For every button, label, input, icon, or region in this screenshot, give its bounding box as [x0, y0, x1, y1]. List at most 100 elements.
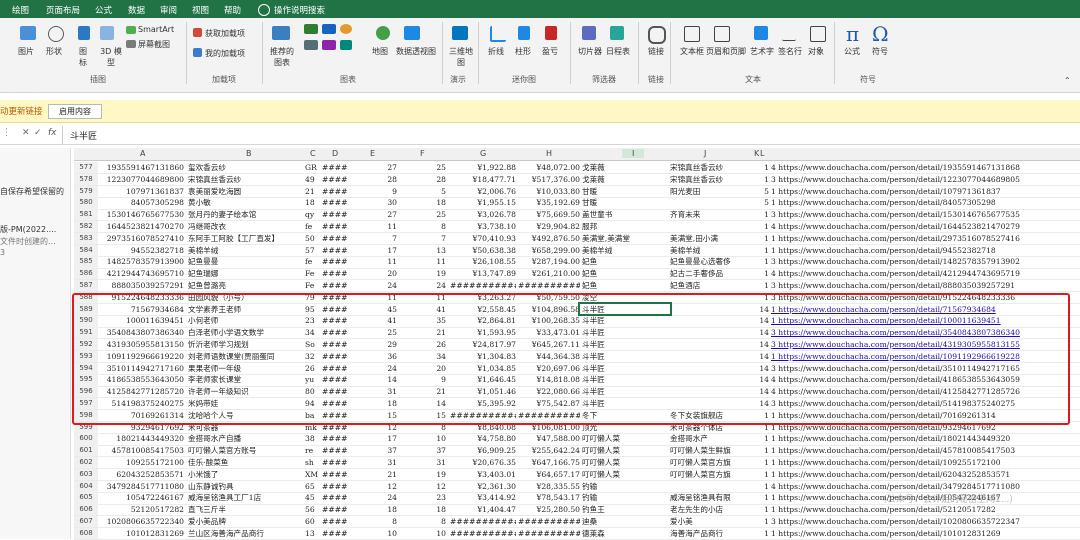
cell-l[interactable]: 1 https://www.douchacha.com/person/detai… [771, 197, 1080, 208]
cell-k[interactable]: 1 [749, 528, 769, 539]
cell-c[interactable]: XM [305, 469, 321, 480]
header-footer-button[interactable]: 页眉和页脚 [706, 46, 746, 57]
slicer-button[interactable]: 切片器 [578, 46, 602, 57]
column-header-j[interactable]: J [704, 149, 706, 158]
cell-f[interactable]: 8 [398, 516, 446, 527]
row-number[interactable]: 607 [74, 516, 98, 528]
table-row[interactable]: 578 1223077044689800 宋锦真丝香云纱 49 #### 28 28 ¥18,… [74, 173, 1080, 187]
cell-d[interactable]: #### [322, 481, 348, 492]
cell-a[interactable]: 1644523821470270 [98, 221, 184, 232]
cell-j[interactable]: 威海呈铭渔具有限 [670, 492, 748, 503]
cell-d[interactable]: #### [322, 433, 348, 444]
cell-a[interactable]: 84057305298 [98, 197, 184, 208]
column-header-h[interactable]: H [546, 149, 552, 158]
cell-h[interactable]: ¥29,904.82 [518, 221, 580, 232]
cell-k[interactable]: 1 [749, 245, 769, 256]
table-row[interactable]: 587 888035039257291 妃鱼曾潞亮 Fe #### 24 24 #######… [74, 280, 1080, 293]
cell-a[interactable]: 1020806635722340 [98, 516, 184, 527]
cell-a[interactable]: 4212944743695710 [98, 268, 184, 279]
cell-c[interactable]: 18 [305, 197, 321, 208]
cell-d[interactable]: #### [322, 492, 348, 503]
row-number[interactable]: 603 [74, 468, 98, 481]
tab-review[interactable]: 审阅 [160, 4, 177, 16]
cell-l[interactable]: 4 https://www.douchacha.com/person/detai… [771, 481, 1080, 492]
cell-c[interactable]: fe [305, 221, 321, 232]
cell-e[interactable]: 27 [349, 162, 397, 173]
cell-i[interactable]: 服邦 [582, 221, 668, 232]
table-row[interactable]: 602 109255172100 佳乐·酸菜鱼 sh #### 31 31 ¥20,676.3… [74, 457, 1080, 470]
table-row[interactable]: 580 84057305298 黄小敏 18 #### 30 18 ¥1,955.15 ¥35,… [74, 197, 1080, 210]
tab-help[interactable]: 帮助 [224, 4, 241, 16]
cell-h[interactable]: ¥517,376.00 [518, 174, 580, 185]
cell-j[interactable]: 海善海产品商行 [670, 528, 748, 539]
cell-b[interactable]: 玺欢香云纱 [188, 162, 304, 173]
row-number[interactable]: 606 [74, 504, 98, 516]
cell-f[interactable]: 10 [398, 528, 446, 539]
cell-i[interactable]: 戈莱薇 [582, 174, 668, 185]
cell-f[interactable]: 19 [398, 469, 446, 480]
cell-c[interactable]: Fe [305, 268, 321, 279]
cell-b[interactable]: 佳乐·酸菜鱼 [188, 457, 304, 468]
cell-g[interactable]: ¥70,410.93 [450, 233, 516, 244]
equation-button[interactable]: 公式 [844, 46, 860, 57]
row-number[interactable]: 605 [74, 492, 98, 504]
cell-i[interactable]: 美满堂,美满堂 [582, 233, 668, 244]
cell-g[interactable]: ¥2,361.30 [450, 481, 516, 492]
cell-i[interactable]: 盖世童书 [582, 209, 668, 220]
cell-i[interactable]: 叮叮懒人菜 [582, 457, 668, 468]
cell-i[interactable]: 美棉羊绒 [582, 245, 668, 256]
cell-h[interactable]: ¥261,210.00 [518, 268, 580, 279]
column-header-c[interactable]: C [310, 149, 316, 158]
cell-k[interactable]: 1 [749, 445, 769, 456]
cell-j[interactable]: 妃古二手奢侈品 [670, 268, 748, 279]
cell-f[interactable]: 7 [398, 233, 446, 244]
sparkline-winloss-button[interactable]: 盈亏 [542, 46, 558, 57]
cell-j[interactable]: 美满堂,田小满 [670, 233, 748, 244]
column-header-b[interactable]: B [246, 149, 252, 158]
cell-e[interactable]: 17 [349, 245, 397, 256]
signature-line-button[interactable]: 签名行 [778, 46, 802, 57]
cell-g[interactable]: ¥6,909.25 [450, 445, 516, 456]
cell-f[interactable]: 23 [398, 492, 446, 503]
cell-c[interactable]: 56 [305, 504, 321, 515]
cell-g[interactable]: ¥2,006.76 [450, 186, 516, 197]
formula-input[interactable]: 斗半匠 [70, 129, 97, 142]
cell-g[interactable]: ¥3,414.92 [450, 492, 516, 503]
cell-a[interactable]: 101012831269 [98, 528, 184, 539]
column-header-l[interactable]: L [760, 149, 764, 158]
table-row[interactable]: 603 62043252853571 小米饿了 XM #### 21 19 ¥3,403.01… [74, 468, 1080, 482]
cell-l[interactable]: 1 https://www.douchacha.com/person/detai… [771, 233, 1080, 244]
cell-f[interactable]: 24 [398, 280, 446, 291]
cell-f[interactable]: 5 [398, 186, 446, 197]
table-row[interactable]: 584 94552382718 美棉羊绒 57 #### 17 13 ¥50,638.38 ¥6… [74, 244, 1080, 257]
cell-l[interactable]: 1 https://www.douchacha.com/person/detai… [771, 245, 1080, 256]
cell-j[interactable]: 叮叮懒人菜生鲜旗 [670, 445, 748, 456]
cell-g[interactable]: ¥1,922.88 [450, 162, 516, 173]
cell-h[interactable]: ¥35,192.69 [518, 197, 580, 208]
column-header-g[interactable]: G [480, 149, 486, 158]
cell-d[interactable]: #### [322, 186, 348, 197]
cell-j[interactable]: 宋锦真丝香云纱 [670, 174, 748, 185]
row-number[interactable]: 582 [74, 221, 98, 233]
cell-c[interactable]: 65 [305, 481, 321, 492]
screenshot-button[interactable]: 屏幕截图 [138, 39, 170, 50]
textbox-button[interactable]: 文本框 [680, 46, 704, 57]
cell-l[interactable]: 3 https://www.douchacha.com/person/detai… [771, 174, 1080, 185]
cell-l[interactable]: 4 https://www.douchacha.com/person/detai… [771, 221, 1080, 232]
collapse-ribbon-icon[interactable]: ⌃ [1064, 76, 1071, 85]
recovered-file-name[interactable]: 版-PM(2022.... [0, 224, 56, 235]
table-row[interactable]: 586 4212944743695710 妃鱼瑞娜 Fe #### 20 19 ¥13,747… [74, 268, 1080, 281]
cell-c[interactable]: fe [305, 256, 321, 267]
cell-l[interactable]: 1 https://www.douchacha.com/person/detai… [771, 433, 1080, 444]
cell-e[interactable]: 31 [349, 457, 397, 468]
cell-i[interactable]: 妃鱼 [582, 256, 668, 267]
cell-g[interactable]: ########### [450, 516, 516, 527]
cell-l[interactable]: 1 https://www.douchacha.com/person/detai… [771, 528, 1080, 539]
cell-h[interactable]: ¥255,642.24 [518, 445, 580, 456]
object-button[interactable]: 对象 [808, 46, 824, 57]
cell-h[interactable]: ¥658,299.00 [518, 245, 580, 256]
cell-d[interactable]: #### [322, 245, 348, 256]
picture-button[interactable]: 图片 [18, 46, 34, 57]
cell-k[interactable]: 1 [749, 233, 769, 244]
wordart-button[interactable]: 艺术字 [750, 46, 774, 57]
